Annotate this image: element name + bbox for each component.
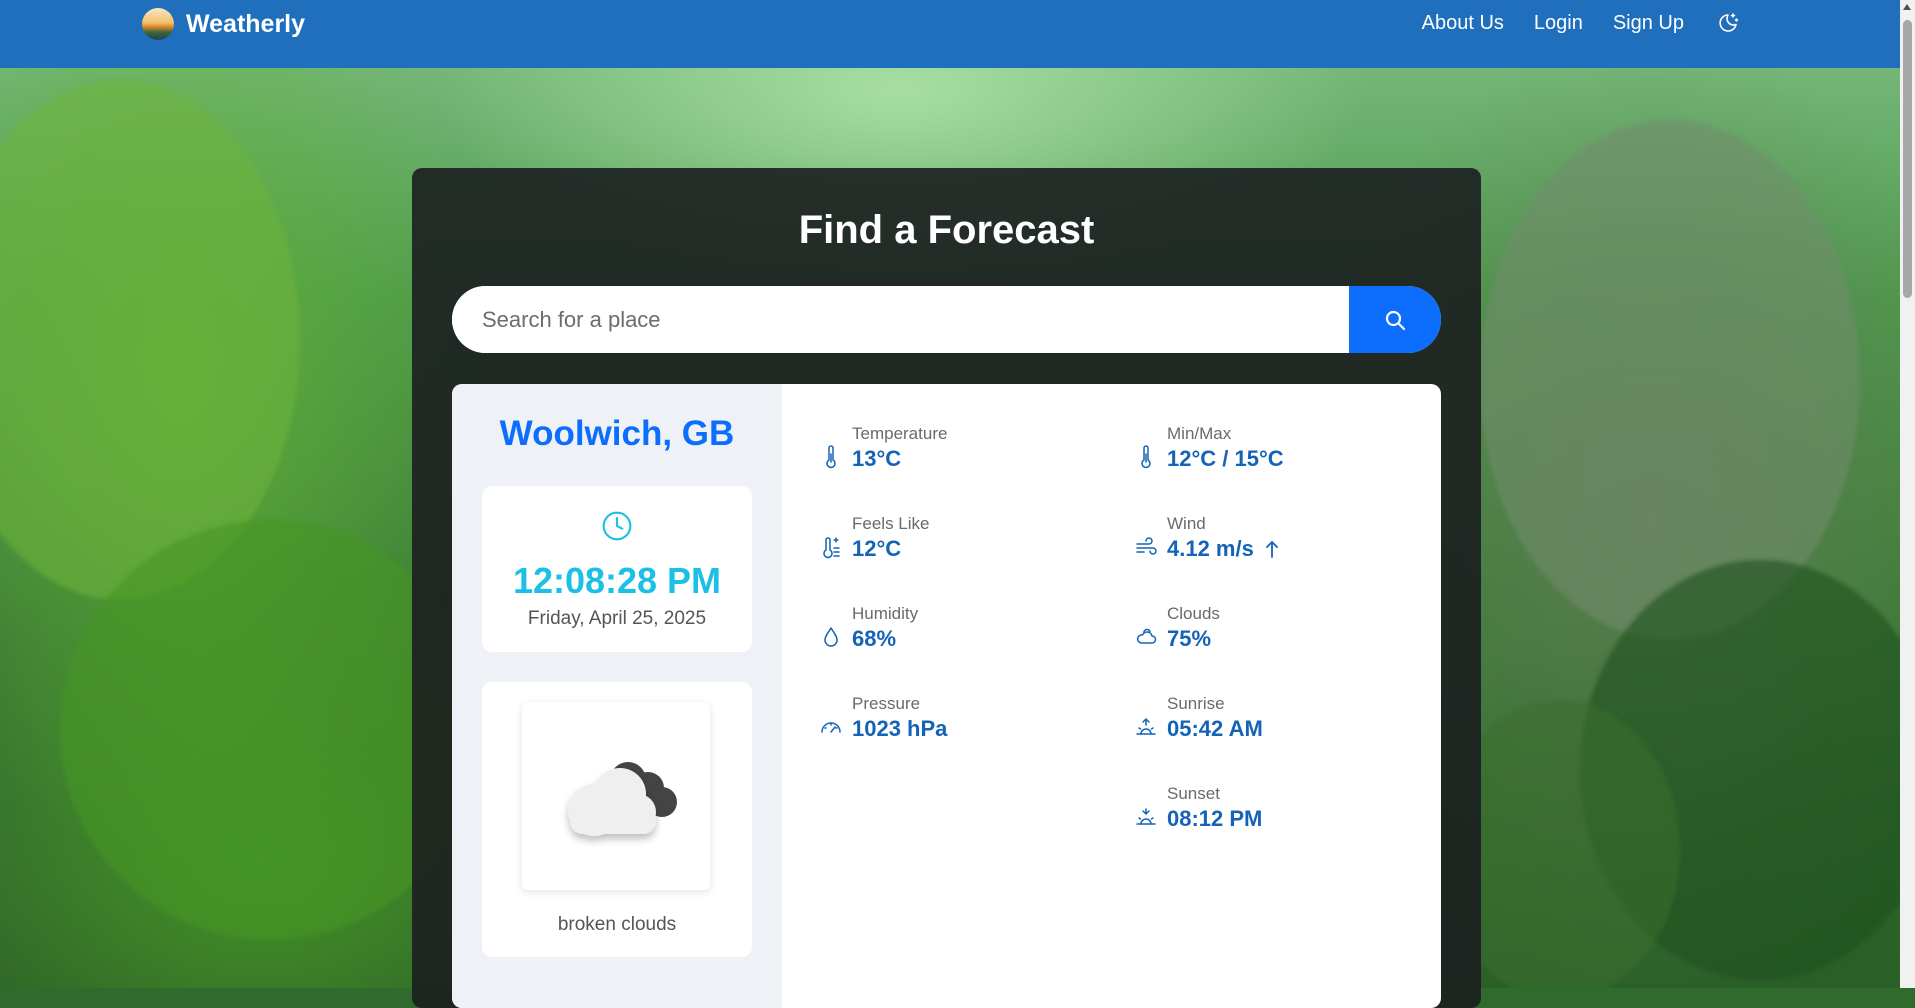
stat-sunset: Sunset 08:12 PM <box>1135 784 1435 844</box>
cloud-icon <box>1137 628 1157 644</box>
stat-label: Sunrise <box>1167 694 1225 713</box>
theme-toggle-button[interactable] <box>1714 9 1742 37</box>
local-time: 12:08:28 PM <box>512 560 722 601</box>
thermometer-icon <box>826 445 836 469</box>
stat-label: Humidity <box>852 604 919 623</box>
thermometer-icon <box>1141 445 1151 469</box>
stat-label: Feels Like <box>852 514 930 533</box>
feels-like-icon <box>823 537 840 559</box>
arrow-up-icon <box>1265 541 1278 558</box>
stat-value: 12°C / 15°C <box>1167 446 1284 472</box>
stat-value: 12°C <box>852 536 901 562</box>
forecast-panel: Find a Forecast Woolwich, GB 12:08:28 PM… <box>412 168 1481 1008</box>
stat-temperature: Temperature 13°C <box>820 424 1120 484</box>
nav-link-login[interactable]: Login <box>1534 12 1583 35</box>
weather-card: Woolwich, GB 12:08:28 PM Friday, April 2… <box>452 384 1441 1008</box>
page-scrollbar[interactable] <box>1900 0 1915 988</box>
top-navbar: Weatherly About Us Login Sign Up <box>0 0 1900 68</box>
stat-value-text: 12°C <box>852 536 902 561</box>
stat-feels-like: Feels Like 12°C <box>820 514 1120 574</box>
stat-clouds: Clouds 75% <box>1135 604 1435 664</box>
stat-label: Wind <box>1167 514 1206 533</box>
condition-image <box>522 702 710 890</box>
condition-card: broken clouds <box>482 682 752 957</box>
stat-sunrise: Sunrise 05:42 AM <box>1135 694 1435 754</box>
stat-humidity: Humidity 68% <box>820 604 1120 664</box>
nav-link-sign-up[interactable]: Sign Up <box>1613 12 1684 35</box>
stat-value-text: 1023 hPa <box>852 716 948 741</box>
search-input[interactable] <box>452 286 1349 353</box>
stat-label: Temperature <box>852 424 948 443</box>
sunset-icon <box>1136 808 1156 825</box>
stat-value: 1023 hPa <box>852 716 947 742</box>
stat-label: Pressure <box>852 694 921 713</box>
stat-value-text: 12°C / 15°C <box>1167 446 1284 471</box>
stat-value-text: 68% <box>852 626 897 651</box>
stat-wind: Wind 4.12 m/s <box>1135 514 1435 574</box>
stat-label: Clouds <box>1167 604 1220 623</box>
local-date: Friday, April 25, 2025 <box>527 608 707 629</box>
moon-stars-icon <box>1719 13 1739 32</box>
stat-min-max: Min/Max 12°C / 15°C <box>1135 424 1435 484</box>
gauge-icon <box>821 722 841 733</box>
stat-value: 4.12 m/s <box>1167 536 1280 562</box>
nav-links: About Us Login Sign Up <box>1422 9 1742 37</box>
nav-link-about-us[interactable]: About Us <box>1422 12 1504 35</box>
search-icon <box>1385 310 1406 330</box>
wind-icon <box>1136 537 1157 555</box>
weather-summary-column: Woolwich, GB 12:08:28 PM Friday, April 2… <box>452 384 782 1008</box>
condition-description: broken clouds <box>557 914 677 935</box>
stat-value: 13°C <box>852 446 901 472</box>
search-bar <box>452 286 1441 353</box>
clock-icon <box>602 511 632 541</box>
location-title: Woolwich, GB <box>499 414 735 453</box>
stat-value-text: 05:42 AM <box>1167 716 1263 741</box>
brand-logo <box>142 8 174 40</box>
stat-pressure: Pressure 1023 hPa <box>820 694 1120 754</box>
stat-value-text: 75% <box>1167 626 1212 651</box>
broken-clouds-icon <box>568 762 677 836</box>
stat-value: 05:42 AM <box>1167 716 1263 742</box>
stat-value: 68% <box>852 626 896 652</box>
droplet-icon <box>824 627 838 647</box>
scroll-up-arrow-icon[interactable] <box>1903 4 1911 10</box>
stat-value-text: 4.12 m/s <box>1167 536 1254 561</box>
stat-value: 08:12 PM <box>1167 806 1262 832</box>
stat-label: Min/Max <box>1167 424 1232 443</box>
page-title: Find a Forecast <box>798 208 1095 252</box>
scroll-thumb[interactable] <box>1903 20 1912 298</box>
search-button[interactable] <box>1349 286 1441 353</box>
stat-value: 75% <box>1167 626 1211 652</box>
brand[interactable]: Weatherly <box>142 6 305 42</box>
time-card: 12:08:28 PM Friday, April 25, 2025 <box>482 486 752 652</box>
stat-value-text: 08:12 PM <box>1167 806 1263 831</box>
stat-value-text: 13°C <box>852 446 902 471</box>
brand-name: Weatherly <box>186 9 306 38</box>
sunrise-icon <box>1136 717 1156 735</box>
stat-label: Sunset <box>1167 784 1220 803</box>
